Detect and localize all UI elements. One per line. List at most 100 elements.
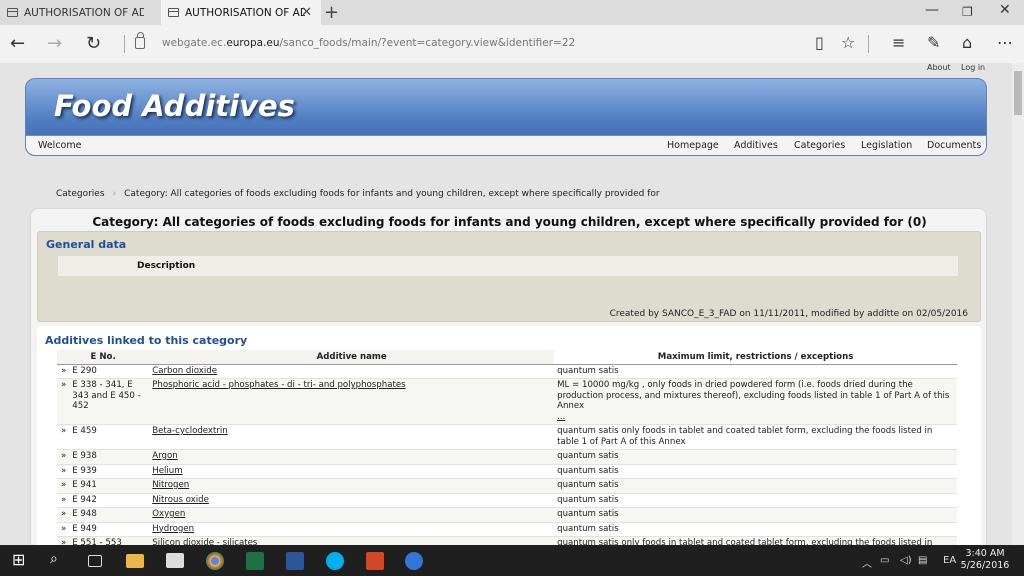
limit-text: quantum satis [557,465,619,476]
row-marker-icon[interactable]: » [57,493,70,508]
minimize-icon[interactable]: — [925,2,939,18]
row-marker-icon[interactable]: » [57,424,70,450]
file-explorer-icon[interactable] [126,554,144,568]
additive-link[interactable]: Phosphoric acid - phosphates - di - tri-… [152,380,405,390]
cell-additive-name: Argon [149,449,555,465]
favorite-star-icon[interactable]: ☆ [841,33,855,52]
task-view-icon[interactable] [88,555,102,567]
about-link[interactable]: About [927,63,951,72]
divider [124,35,125,53]
tab-title: AUTHORISATION OF AD [185,6,305,19]
col-max-limit: Maximum limit, restrictions / exceptions [554,350,957,365]
lock-icon [135,32,145,49]
content-panel: Category: All categories of foods exclud… [30,208,987,545]
search-icon[interactable]: ⌕ [50,551,68,569]
additive-link[interactable]: Argon [152,451,177,461]
additive-link[interactable]: Carbon dioxide [152,366,217,376]
description-label: Description [137,261,196,271]
divider [868,35,869,53]
additive-link[interactable]: Helium [152,466,182,476]
row-marker-icon[interactable]: » [57,378,70,425]
scrollbar[interactable] [1012,63,1024,545]
new-tab-button[interactable]: + [324,2,339,23]
additive-link[interactable]: Oxygen [152,509,185,519]
additive-link[interactable]: Beta-cyclodextrin [152,426,228,436]
cell-limit: quantum satis [554,478,957,494]
cell-eno: E 290 [69,364,150,379]
browser-tab-2[interactable]: AUTHORISATION OF AD ✕ [161,0,321,25]
additive-link[interactable]: Nitrous oxide [152,495,209,505]
additive-link[interactable]: Nitrogen [152,480,189,490]
row-marker-icon[interactable]: » [57,478,70,494]
cell-limit: quantum satis [554,507,957,523]
excel-icon[interactable] [246,552,264,570]
breadcrumb-categories[interactable]: Categories [56,189,105,199]
system-clock[interactable]: 3:40 AM 5/26/2016 [955,548,1015,572]
page-title: Category: All categories of foods exclud… [92,215,927,229]
word-icon[interactable] [286,552,304,570]
additive-link[interactable]: Hydrogen [152,524,194,534]
table-row: » E 938 Argon quantum satis [57,449,957,465]
row-marker-icon[interactable]: » [57,522,70,537]
cell-additive-name: Nitrogen [149,478,555,494]
skype-icon[interactable] [326,552,344,570]
limit-text: quantum satis [557,509,619,519]
row-marker-icon[interactable]: » [57,364,70,379]
scrollbar-thumb[interactable] [1014,71,1022,115]
cell-limit: quantum satis [554,449,957,465]
main-menu: Welcome Homepage Additives Categories Le… [26,135,986,155]
cell-eno: E 938 [69,449,150,465]
additive-link[interactable]: Silicon dioxide - silicates [152,538,257,545]
table-row: » E 939 Helium quantum satis [57,464,957,479]
cell-limit: quantum satis [554,364,957,379]
web-note-icon[interactable]: ✎ [927,33,940,52]
close-tab-icon[interactable]: ✕ [301,5,312,20]
edge-icon[interactable] [405,552,423,570]
url-field[interactable]: webgate.ec.europa.eu/sanco_foods/main/?e… [162,37,575,49]
share-icon[interactable]: ⌂ [962,33,972,52]
reading-view-icon[interactable]: ▯ [815,33,824,52]
table-row: » E 941 Nitrogen quantum satis [57,478,957,494]
login-link[interactable]: Log in [961,63,985,72]
powerpoint-icon[interactable] [366,552,384,570]
show-hidden-icons-icon[interactable]: ︿ [862,555,872,570]
hub-icon[interactable]: ≡ [892,33,905,52]
network-icon[interactable]: ▭ [880,555,889,566]
store-icon[interactable] [166,553,184,568]
restore-icon[interactable]: ❐ [962,5,973,19]
cell-eno: E 949 [69,522,150,537]
more-icon[interactable]: ⋯ [997,33,1013,52]
menu-homepage[interactable]: Homepage [667,140,719,151]
chrome-icon[interactable] [206,552,224,570]
breadcrumb: Categories › Category: All categories of f… [56,189,660,199]
cell-eno: E 948 [69,507,150,523]
row-marker-icon[interactable]: » [57,464,70,479]
forward-arrow-icon[interactable]: → [47,33,62,54]
menu-documents[interactable]: Documents [927,140,981,151]
browser-tab-1[interactable]: AUTHORISATION OF ADDIT [0,0,160,25]
url-domain: europa.eu [226,37,280,49]
table-row: » E 459 Beta-cyclodextrin quantum satis onl… [57,424,957,450]
volume-icon[interactable]: ◁) [900,555,912,566]
notifications-icon[interactable]: ▤ [918,555,927,566]
limit-text: quantum satis only foods in tablet and c… [557,538,933,545]
breadcrumb-separator: › [112,189,117,199]
close-window-icon[interactable]: ✕ [999,2,1011,18]
row-marker-icon[interactable]: » [57,507,70,523]
menu-additives[interactable]: Additives [734,140,778,151]
table-row: » E 290 Carbon dioxide quantum satis [57,364,957,379]
row-marker-icon[interactable]: » [57,536,70,545]
cell-additive-name: Carbon dioxide [149,364,555,379]
menu-legislation[interactable]: Legislation [861,140,912,151]
cell-limit: quantum satis [554,493,957,508]
cell-additive-name: Phosphoric acid - phosphates - di - tri-… [149,378,555,425]
refresh-icon[interactable]: ↻ [86,33,101,54]
table-row: » E 942 Nitrous oxide quantum satis [57,493,957,508]
row-marker-icon[interactable]: » [57,449,70,465]
start-windows-icon[interactable]: ⊞ [12,550,30,569]
cell-eno: E 942 [69,493,150,508]
cell-limit: ML = 10000 mg/kg , only foods in dried p… [554,378,957,425]
back-arrow-icon[interactable]: ← [10,33,25,54]
more-link[interactable]: ... [557,412,954,423]
menu-categories[interactable]: Categories [794,140,845,151]
